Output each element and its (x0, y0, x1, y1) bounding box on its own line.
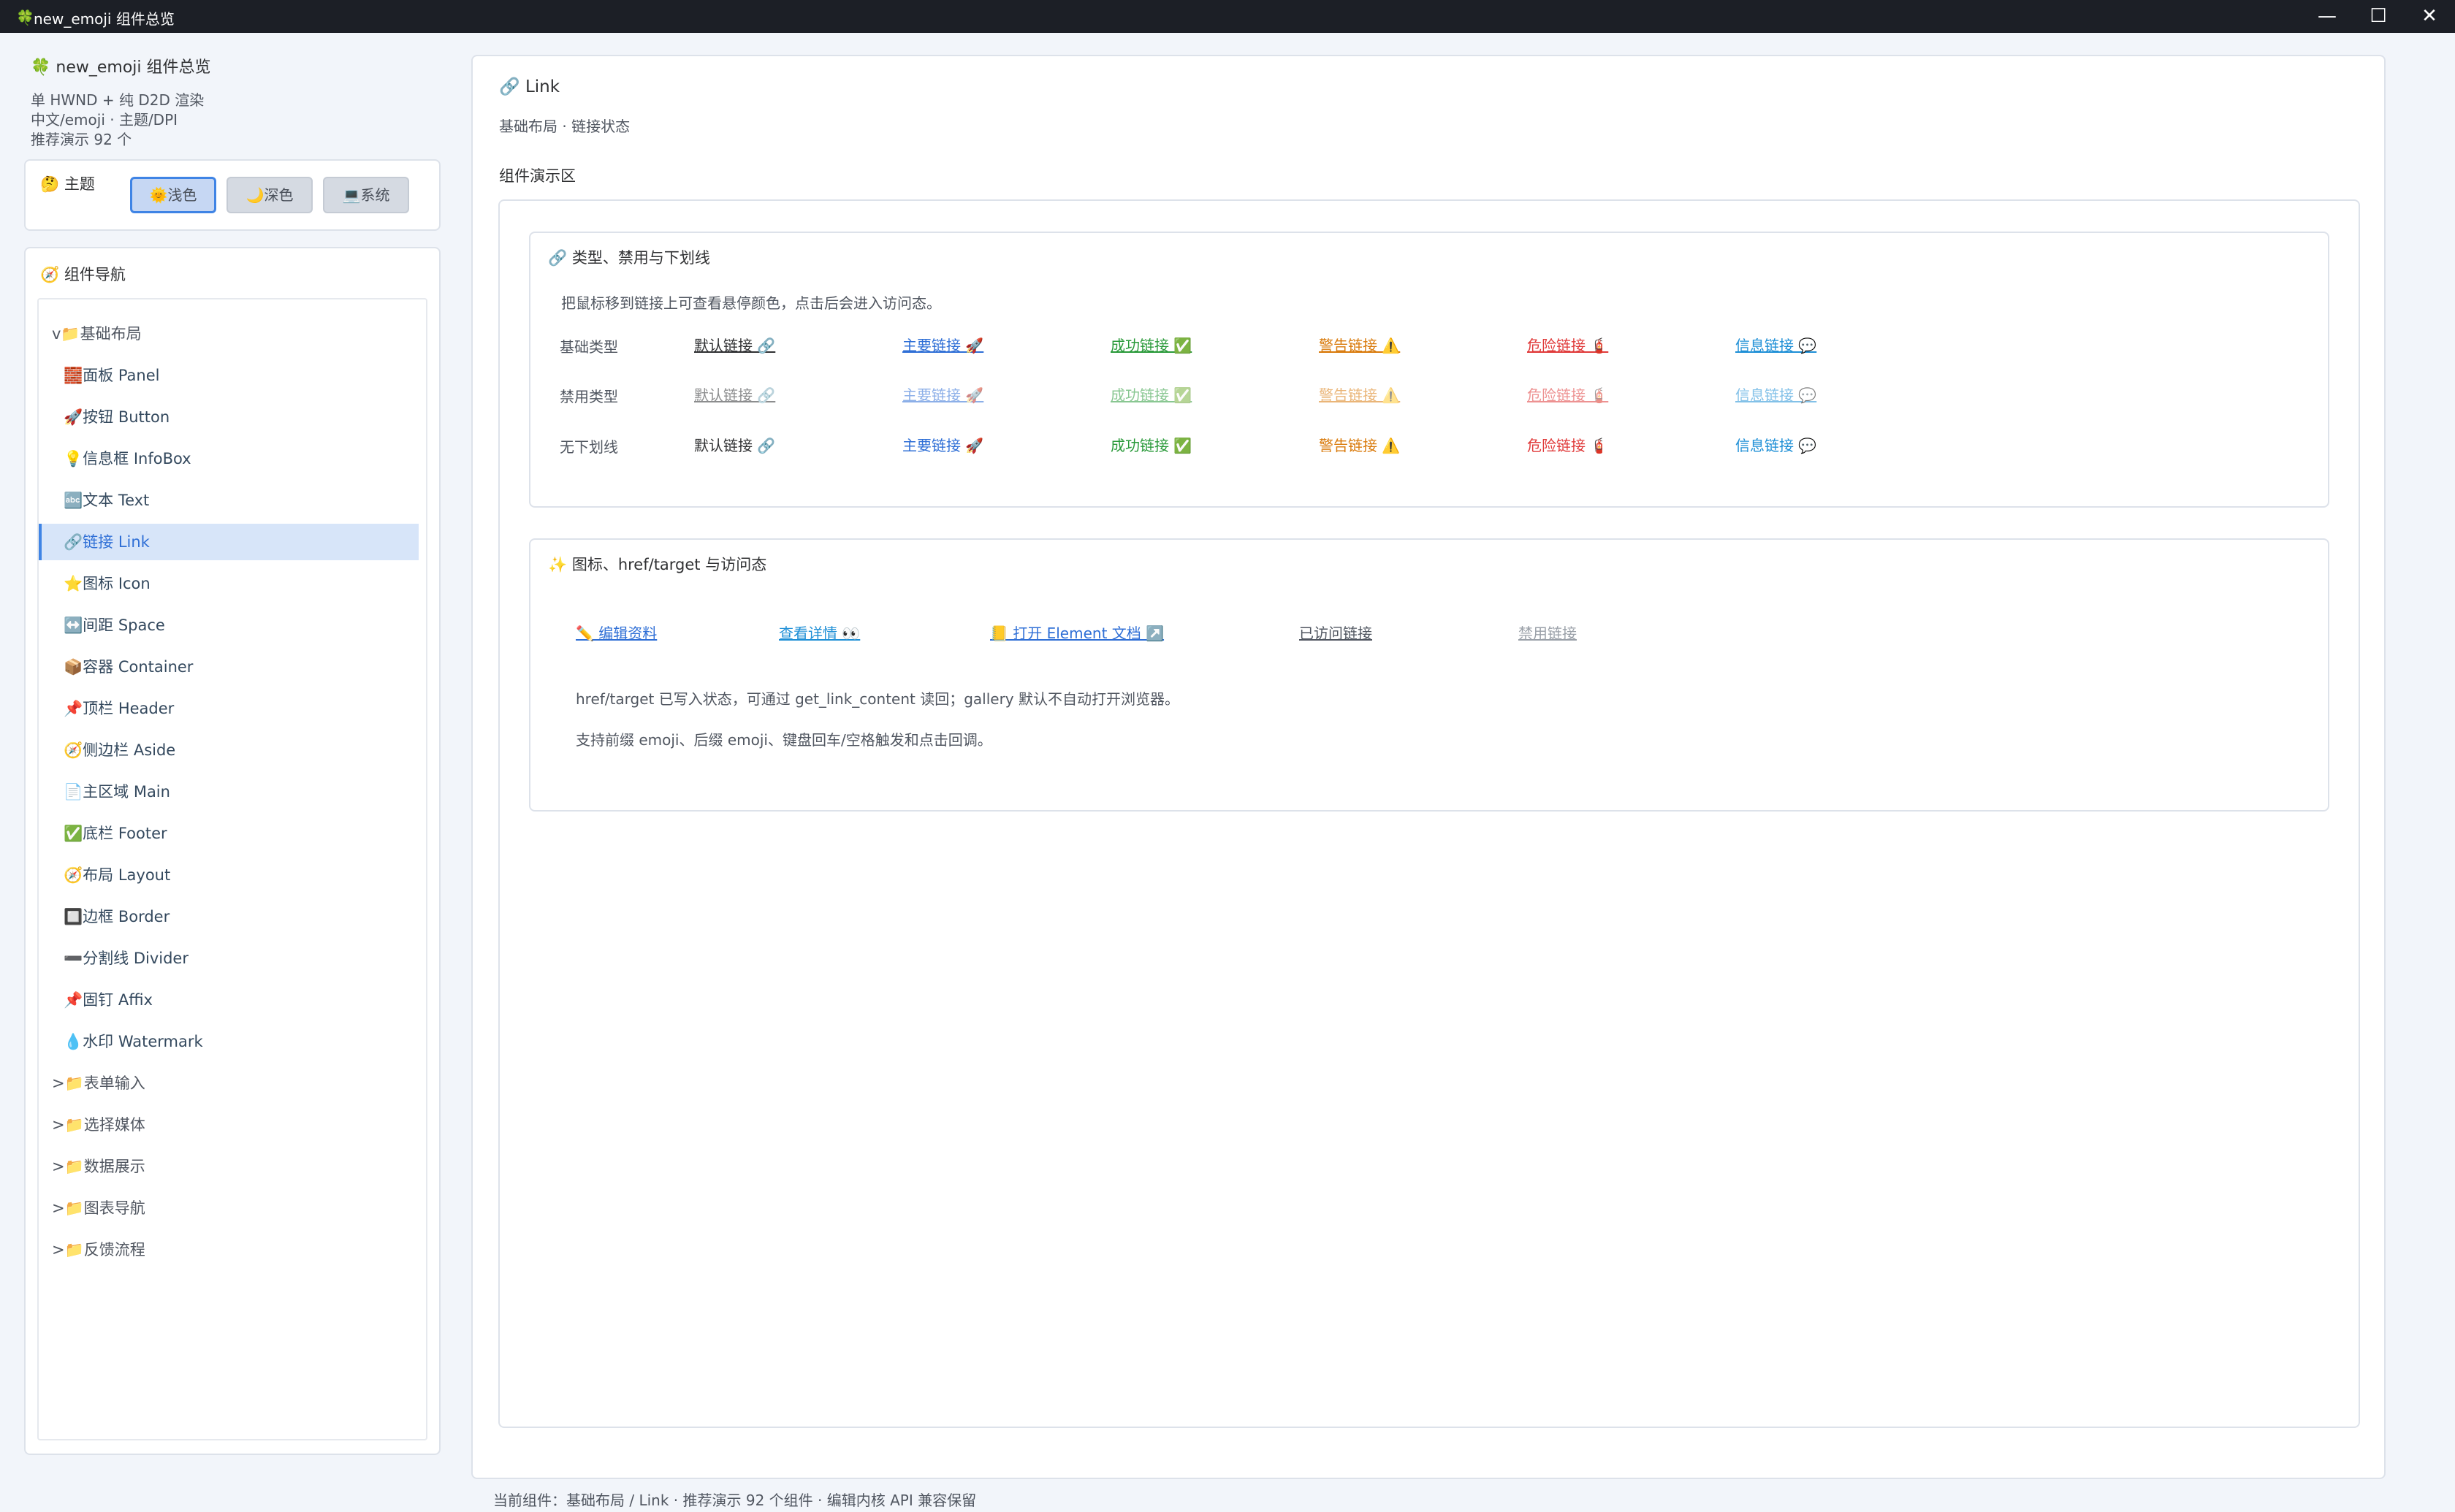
status-bar: 当前组件：基础布局 / Link · 推荐演示 92 个组件 · 编辑内核 AP… (493, 1492, 977, 1509)
theme-panel: 🤔 主题 🌞浅色 🌙深色 💻系统 (24, 159, 441, 231)
link-success[interactable]: 成功链接 ✅ (1111, 334, 1192, 355)
nav-item-header[interactable]: 📌顶栏 Header (39, 690, 419, 727)
theme-light-button[interactable]: 🌞浅色 (130, 177, 216, 213)
link-warning-plain[interactable]: 警告链接 ⚠️ (1319, 434, 1400, 455)
nav-item-container[interactable]: 📦容器 Container (39, 649, 419, 685)
close-button[interactable]: ✕ (2400, 0, 2455, 33)
demo-area-label: 组件演示区 (499, 167, 576, 185)
href-note: href/target 已写入状态，可通过 get_link_content 读… (576, 690, 1179, 708)
info-line: 推荐演示 92 个 (31, 131, 132, 148)
link-types-card: 🔗 类型、禁用与下划线 把鼠标移到链接上可查看悬停颜色，点击后会进入访问态。 基… (529, 232, 2329, 508)
edit-profile-link[interactable]: ✏️ 编辑资料 (576, 622, 657, 643)
card-title: 🔗 类型、禁用与下划线 (548, 249, 710, 267)
nav-item-link[interactable]: 🔗链接 Link (39, 524, 419, 560)
nav-group-feedback[interactable]: >📁反馈流程 (39, 1232, 419, 1268)
row-label-no-underline: 无下划线 (560, 438, 618, 456)
card-description: 把鼠标移到链接上可查看悬停颜色，点击后会进入访问态。 (561, 294, 941, 312)
nav-item-panel[interactable]: 🧱面板 Panel (39, 357, 419, 394)
link-warning-disabled: 警告链接 ⚠️ (1319, 386, 1401, 404)
app-info: 单 HWND + 纯 D2D 渲染 中文/emoji · 主题/DPI 推荐演示… (31, 91, 204, 150)
component-nav-panel: 🧭 组件导航 v📁基础布局 🧱面板 Panel 🚀按钮 Button 💡信息框 … (24, 247, 441, 1455)
nav-item-watermark[interactable]: 💧水印 Watermark (39, 1023, 419, 1060)
link-default-plain[interactable]: 默认链接 🔗 (694, 434, 775, 455)
link-default-disabled: 默认链接 🔗 (694, 386, 776, 404)
info-line: 单 HWND + 纯 D2D 渲染 (31, 91, 205, 109)
view-details-link[interactable]: 查看详情 👀 (779, 622, 860, 643)
link-success-plain[interactable]: 成功链接 ✅ (1111, 434, 1192, 455)
nav-item-affix[interactable]: 📌固钉 Affix (39, 982, 419, 1018)
nav-item-footer[interactable]: ✅底栏 Footer (39, 815, 419, 852)
nav-tree: v📁基础布局 🧱面板 Panel 🚀按钮 Button 💡信息框 InfoBox… (37, 298, 427, 1440)
card-title: ✨ 图标、href/target 与访问态 (548, 556, 767, 573)
nav-item-icon[interactable]: ⭐图标 Icon (39, 565, 419, 602)
window-title: new_emoji 组件总览 (34, 10, 175, 28)
nav-item-divider[interactable]: ➖分割线 Divider (39, 940, 419, 977)
link-danger-plain[interactable]: 危险链接 🧯 (1527, 434, 1608, 455)
nav-group-basic-layout[interactable]: v📁基础布局 (39, 316, 419, 352)
link-success-disabled: 成功链接 ✅ (1111, 386, 1192, 404)
nav-group-chart-nav[interactable]: >📁图表导航 (39, 1190, 419, 1226)
theme-system-button[interactable]: 💻系统 (323, 177, 409, 213)
link-info[interactable]: 信息链接 💬 (1735, 334, 1816, 355)
row-label-basic: 基础类型 (560, 338, 618, 356)
link-info-plain[interactable]: 信息链接 💬 (1735, 434, 1816, 455)
minimize-button[interactable]: — (2298, 0, 2356, 33)
emoji-note: 支持前缀 emoji、后缀 emoji、键盘回车/空格触发和点击回调。 (576, 731, 992, 749)
nav-item-layout[interactable]: 🧭布局 Layout (39, 857, 419, 893)
clover-icon: 🍀 (16, 9, 34, 26)
disabled-link: 禁用链接 (1518, 625, 1577, 642)
link-danger[interactable]: 危险链接 🧯 (1527, 334, 1608, 355)
maximize-button[interactable]: ☐ (2349, 0, 2408, 33)
info-line: 中文/emoji · 主题/DPI (31, 111, 178, 129)
window-titlebar: 🍀 new_emoji 组件总览 — ☐ ✕ (0, 0, 2455, 33)
nav-group-data-display[interactable]: >📁数据展示 (39, 1148, 419, 1185)
link-info-disabled: 信息链接 💬 (1735, 386, 1817, 404)
row-label-disabled: 禁用类型 (560, 388, 618, 405)
nav-group-form-input[interactable]: >📁表单输入 (39, 1065, 419, 1101)
nav-item-space[interactable]: ↔️间距 Space (39, 607, 419, 644)
theme-dark-button[interactable]: 🌙深色 (227, 177, 313, 213)
nav-item-aside[interactable]: 🧭侧边栏 Aside (39, 732, 419, 768)
nav-item-text[interactable]: 🔤文本 Text (39, 482, 419, 519)
nav-item-main[interactable]: 📄主区域 Main (39, 774, 419, 810)
page-subtitle: 基础布局 · 链接状态 (499, 118, 631, 135)
link-primary-disabled: 主要链接 🚀 (902, 386, 984, 404)
main-panel: 🔗 Link 基础布局 · 链接状态 组件演示区 🔗 类型、禁用与下划线 把鼠标… (471, 55, 2386, 1479)
open-element-docs-link[interactable]: 📒 打开 Element 文档 ↗️ (990, 622, 1164, 643)
link-default[interactable]: 默认链接 🔗 (694, 334, 775, 355)
link-warning[interactable]: 警告链接 ⚠️ (1319, 334, 1400, 355)
app-title: 🍀 new_emoji 组件总览 (31, 58, 211, 77)
nav-item-button[interactable]: 🚀按钮 Button (39, 399, 419, 435)
nav-item-infobox[interactable]: 💡信息框 InfoBox (39, 440, 419, 477)
link-href-card: ✨ 图标、href/target 与访问态 ✏️ 编辑资料 查看详情 👀 📒 打… (529, 538, 2329, 812)
theme-label: 🤔 主题 (40, 175, 95, 193)
link-primary[interactable]: 主要链接 🚀 (902, 334, 983, 355)
link-danger-disabled: 危险链接 🧯 (1527, 386, 1609, 404)
nav-group-select-media[interactable]: >📁选择媒体 (39, 1107, 419, 1143)
demo-area: 🔗 类型、禁用与下划线 把鼠标移到链接上可查看悬停颜色，点击后会进入访问态。 基… (498, 199, 2360, 1428)
nav-title: 🧭 组件导航 (40, 266, 126, 283)
visited-link[interactable]: 已访问链接 (1299, 622, 1372, 643)
nav-item-border[interactable]: 🔲边框 Border (39, 898, 419, 935)
page-title: 🔗 Link (499, 77, 560, 96)
link-primary-plain[interactable]: 主要链接 🚀 (902, 434, 983, 455)
